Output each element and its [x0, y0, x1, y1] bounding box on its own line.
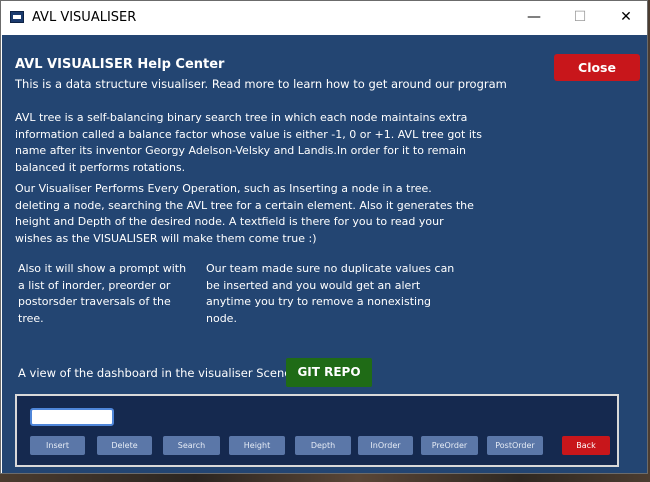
dashboard-caption: A view of the dashboard in the visualise… — [18, 366, 292, 380]
preview-depth-button: Depth — [295, 436, 351, 455]
window-title: AVL VISUALISER — [32, 10, 137, 25]
app-icon — [10, 11, 24, 23]
page-title: AVL VISUALISER Help Center — [15, 57, 225, 72]
git-repo-button[interactable]: GIT REPO — [286, 358, 372, 387]
help-window: AVL VISUALISER — ☐ ✕ AVL VISUALISER Help… — [0, 0, 648, 474]
avl-description: AVL tree is a self-balancing binary sear… — [15, 111, 482, 174]
preview-insert-button: Insert — [30, 436, 85, 455]
traversal-note: Also it will show a prompt with a list o… — [18, 262, 187, 325]
window-close-button[interactable]: ✕ — [603, 1, 649, 34]
maximize-button[interactable]: ☐ — [557, 1, 603, 34]
dashboard-preview-image: Insert Delete Search Height Depth InOrde… — [15, 394, 619, 467]
title-bar[interactable]: AVL VISUALISER — ☐ ✕ — [1, 1, 647, 35]
preview-height-button: Height — [229, 436, 285, 455]
minimize-button[interactable]: — — [511, 1, 557, 34]
help-content: AVL VISUALISER Help Center This is a dat… — [2, 35, 647, 473]
close-button[interactable]: Close — [554, 54, 640, 81]
preview-preorder-button: PreOrder — [421, 436, 478, 455]
operations-description: Our Visualiser Performs Every Operation,… — [15, 182, 474, 245]
preview-postorder-button: PostOrder — [487, 436, 543, 455]
preview-delete-button: Delete — [97, 436, 152, 455]
intro-text: This is a data structure visualiser. Rea… — [15, 77, 507, 91]
duplicates-note: Our team made sure no duplicate values c… — [206, 262, 455, 325]
preview-text-field — [30, 408, 114, 426]
preview-search-button: Search — [163, 436, 220, 455]
preview-inorder-button: InOrder — [358, 436, 413, 455]
preview-back-button: Back — [562, 436, 610, 455]
